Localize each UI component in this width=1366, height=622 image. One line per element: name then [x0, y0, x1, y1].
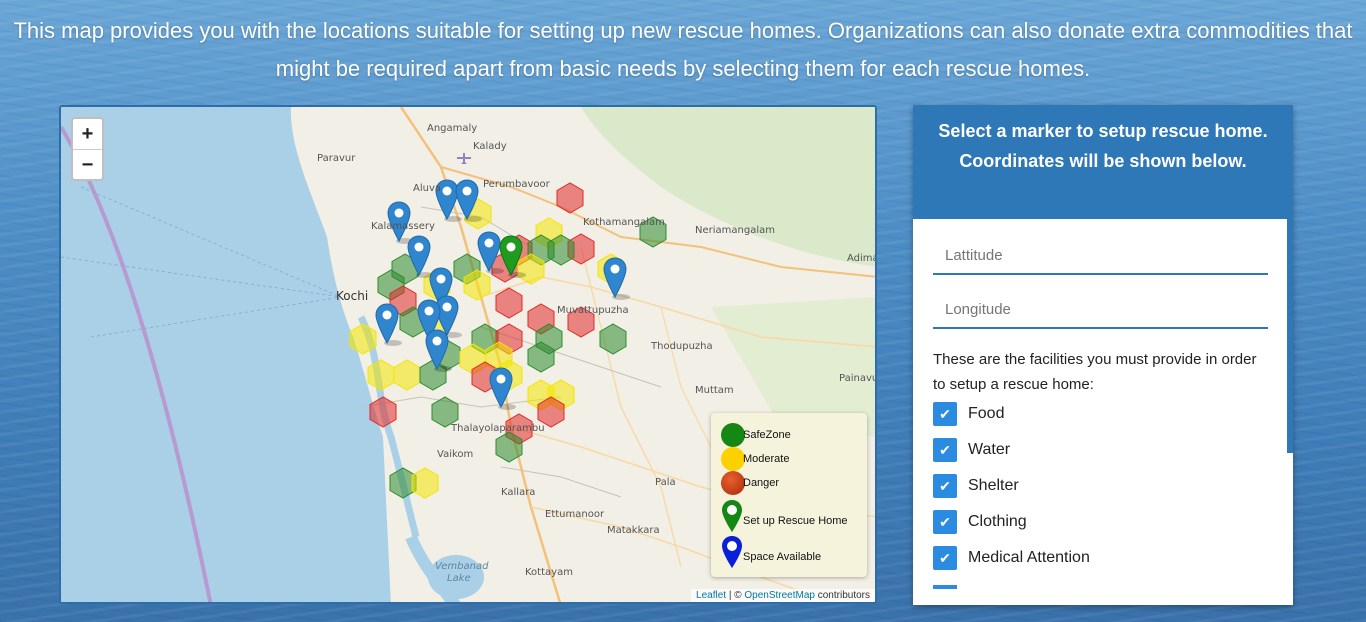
checkbox-checked-icon[interactable]: ✔ — [933, 438, 957, 462]
checkbox-partial[interactable] — [933, 585, 957, 589]
legend-space: Space Available — [721, 535, 821, 569]
place-label: Kalady — [473, 141, 507, 152]
moderate-dot-icon — [721, 447, 745, 471]
legend-moderate: Moderate — [721, 447, 789, 471]
place-label: Vembanad — [435, 561, 489, 572]
legend-safezone: SafeZone — [721, 423, 791, 447]
checkbox-checked-icon[interactable]: ✔ — [933, 402, 957, 426]
facility-shelter[interactable]: ✔ Shelter — [933, 474, 1019, 498]
osm-link[interactable]: OpenStreetMap — [744, 590, 815, 601]
place-label: Paravur — [317, 153, 356, 164]
place-label: Neriamangalam — [695, 225, 775, 236]
moderate-hex[interactable] — [411, 467, 439, 499]
danger-hex[interactable] — [556, 182, 584, 214]
scrollbar[interactable] — [1287, 105, 1293, 453]
checkbox-checked-icon[interactable]: ✔ — [933, 474, 957, 498]
place-label: Perumbavoor — [483, 179, 550, 190]
place-label: Aluva — [413, 183, 442, 194]
legend-danger: Danger — [721, 471, 779, 495]
place-label: Lake — [447, 573, 471, 584]
place-label: Ettumanoor — [545, 509, 605, 520]
place-label: Angamaly — [427, 123, 478, 134]
facilities-note: These are the facilities you must provid… — [933, 351, 1257, 393]
safezone-dot-icon — [721, 423, 745, 447]
danger-hex[interactable] — [495, 287, 523, 319]
place-label: Thodupuzha — [651, 341, 713, 352]
place-label: Kothamangalam — [583, 217, 665, 228]
place-label: Pala — [655, 477, 676, 488]
facility-water[interactable]: ✔ Water — [933, 438, 1010, 462]
zoom-out-button[interactable]: − — [73, 149, 102, 179]
intro-text: This map provides you with the locations… — [13, 18, 1353, 81]
facility-food[interactable]: ✔ Food — [933, 402, 1004, 426]
zoom-in-button[interactable]: + — [73, 119, 102, 149]
green-pin-icon — [722, 500, 742, 532]
place-label: Muttam — [695, 385, 734, 396]
panel-header: Select a marker to setup rescue home. Co… — [913, 105, 1293, 219]
place-label: Kallara — [501, 487, 536, 498]
facility-clothing[interactable]: ✔ Clothing — [933, 510, 1027, 534]
longitude-field[interactable] — [933, 291, 1268, 329]
place-label: Painavu — [839, 373, 877, 384]
place-label: Matakkara — [607, 525, 660, 536]
latitude-field[interactable] — [933, 237, 1268, 275]
facility-medical-attention[interactable]: ✔ Medical Attention — [933, 546, 1090, 570]
airport-icon — [457, 153, 471, 164]
place-label: Muvattupuzha — [557, 305, 629, 316]
place-label: Adima — [847, 253, 877, 264]
safezone-hex[interactable] — [599, 323, 627, 355]
danger-dot-icon — [721, 471, 745, 495]
leaflet-link[interactable]: Leaflet — [696, 590, 726, 601]
map-attribution: Leaflet | © OpenStreetMap contributors — [691, 589, 875, 602]
rescue-home-panel: Select a marker to setup rescue home. Co… — [913, 105, 1293, 605]
legend-setup: Set up Rescue Home — [721, 499, 848, 533]
zoom-control: + − — [71, 117, 104, 181]
map-legend: SafeZone Moderate Danger Set up Rescue H… — [711, 413, 867, 577]
moderate-hex[interactable] — [367, 359, 395, 391]
place-label: Thalayolaparambu — [451, 423, 545, 434]
rescue-map[interactable]: + − Angamaly Kalady Paravur Aluva Perumb… — [59, 105, 877, 604]
location-marker[interactable] — [603, 257, 630, 300]
moderate-hex[interactable] — [393, 359, 421, 391]
place-label: Kochi — [336, 289, 369, 303]
place-label: Kottayam — [525, 567, 573, 578]
checkbox-checked-icon[interactable]: ✔ — [933, 546, 957, 570]
place-label: Vaikom — [437, 449, 474, 460]
place-label: Kalamassery — [371, 221, 435, 232]
blue-pin-icon — [722, 536, 742, 568]
checkbox-checked-icon[interactable]: ✔ — [933, 510, 957, 534]
